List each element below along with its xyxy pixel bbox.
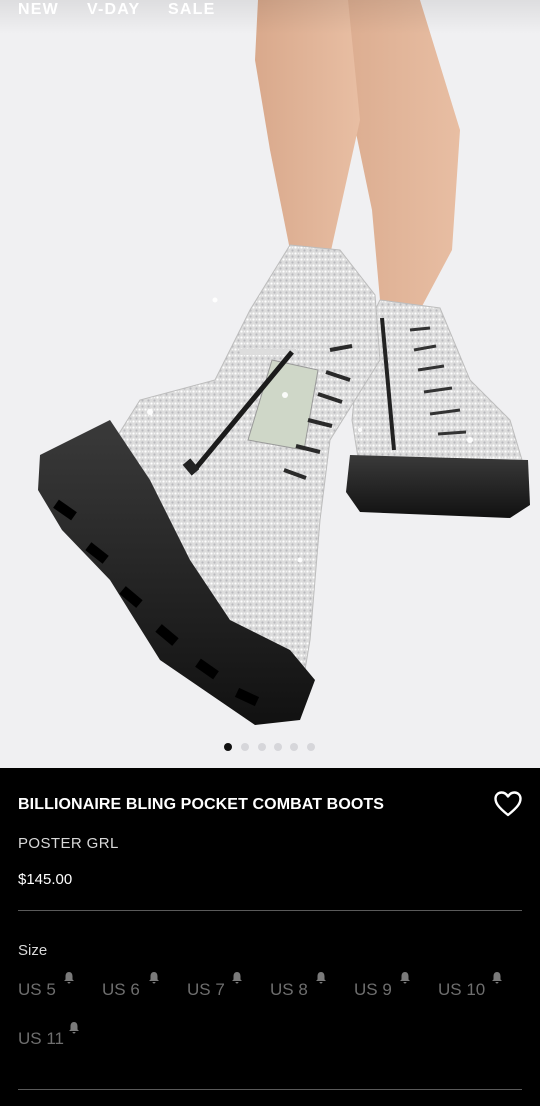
size-option-label: US 8 xyxy=(270,980,308,999)
product-image-gallery[interactable]: NEW V-DAY SALE xyxy=(0,0,540,768)
gallery-dot-6[interactable] xyxy=(307,743,315,751)
bell-icon xyxy=(232,972,242,984)
size-option-us-8[interactable]: US 8 xyxy=(270,980,308,1000)
product-brand[interactable]: POSTER GRL xyxy=(18,835,119,852)
category-nav: NEW V-DAY SALE xyxy=(0,0,540,34)
size-option-label: US 9 xyxy=(354,980,392,999)
product-title: BILLIONAIRE BLING POCKET COMBAT BOOTS xyxy=(18,796,385,813)
size-label: Size xyxy=(18,942,48,959)
size-option-us-5[interactable]: US 5 xyxy=(18,980,56,1000)
size-option-label: US 7 xyxy=(187,980,225,999)
size-option-label: US 5 xyxy=(18,980,56,999)
gallery-dot-4[interactable] xyxy=(274,743,282,751)
size-option-us-9[interactable]: US 9 xyxy=(354,980,392,1000)
gallery-dot-5[interactable] xyxy=(290,743,298,751)
product-photo xyxy=(38,0,530,725)
nav-new[interactable]: NEW xyxy=(18,1,59,19)
nav-sale[interactable]: SALE xyxy=(168,1,215,19)
size-option-label: US 10 xyxy=(438,980,486,999)
bell-icon xyxy=(64,972,74,984)
gallery-dot-2[interactable] xyxy=(241,743,249,751)
bell-icon xyxy=(492,972,502,984)
divider xyxy=(18,1089,522,1090)
gallery-dot-1[interactable] xyxy=(224,743,232,751)
size-option-us-10[interactable]: US 10 xyxy=(438,980,485,1000)
product-price: $145.00 xyxy=(18,871,73,888)
size-option-label: US 6 xyxy=(102,980,140,999)
bell-icon xyxy=(400,972,410,984)
size-option-us-7[interactable]: US 7 xyxy=(187,980,225,1000)
size-option-label: US 11 xyxy=(18,1029,64,1048)
bell-icon xyxy=(69,1022,79,1034)
size-option-us-6[interactable]: US 6 xyxy=(102,980,140,1000)
gallery-dot-3[interactable] xyxy=(258,743,266,751)
nav-v-day[interactable]: V-DAY xyxy=(87,1,140,19)
heart-icon[interactable] xyxy=(494,791,522,817)
bell-icon xyxy=(316,972,326,984)
divider xyxy=(18,910,522,911)
size-option-us-11[interactable]: US 11 xyxy=(18,1029,64,1049)
bell-icon xyxy=(149,972,159,984)
